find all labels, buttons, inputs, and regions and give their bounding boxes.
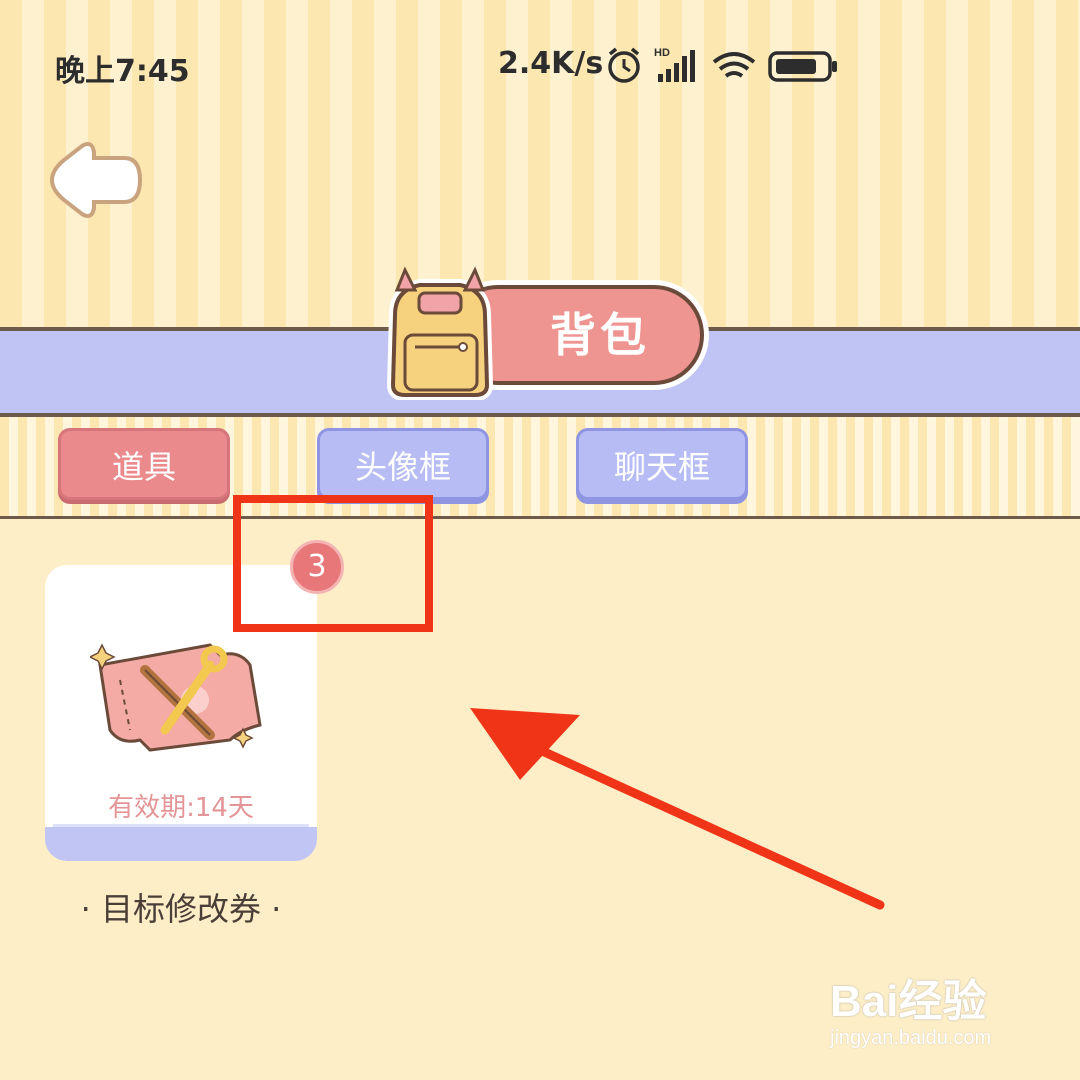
status-icons: HD — [608, 47, 837, 83]
wifi-icon — [712, 52, 756, 78]
card-footer — [45, 827, 317, 861]
annotation-highlight-box — [233, 495, 433, 632]
network-speed: 2.4K/s — [498, 46, 604, 81]
tab-items[interactable]: 道具 — [58, 428, 230, 500]
watermark-url: jingyan.baidu.com — [830, 1027, 992, 1049]
svg-text:HD: HD — [654, 47, 670, 59]
ticket-wrench-icon — [90, 643, 262, 752]
battery-icon — [768, 51, 837, 82]
watermark-brand: Bai经验 — [830, 977, 987, 1026]
annotation-arrow — [470, 708, 885, 910]
hd-signal-icon: HD — [654, 47, 695, 82]
back-arrow-icon[interactable] — [44, 140, 144, 220]
page-title: 背包 — [550, 308, 650, 362]
watermark: Bai经验 jingyan.baidu.com — [830, 965, 1030, 1055]
backpack-icon — [386, 266, 494, 400]
status-time: 晚上7:45 — [55, 54, 190, 89]
item-validity: 有效期:14天 — [108, 793, 254, 823]
alarm-icon — [608, 47, 640, 83]
tab-chat-bubble[interactable]: 聊天框 — [576, 428, 748, 500]
item-name: · 目标修改券 · — [80, 890, 282, 928]
tab-avatar-frame[interactable]: 头像框 — [317, 428, 489, 500]
